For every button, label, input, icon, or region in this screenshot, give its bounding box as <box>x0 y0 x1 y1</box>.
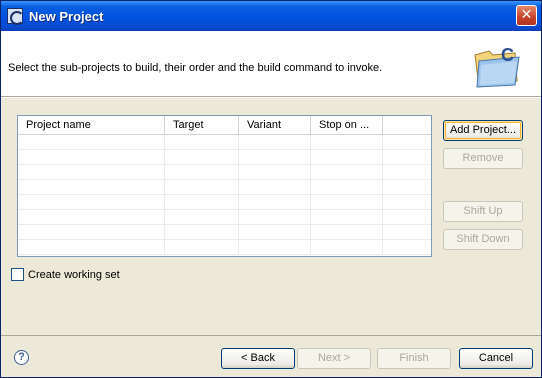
new-c-project-folder-icon: C <box>474 45 520 88</box>
wizard-header: Select the sub-projects to build, their … <box>1 31 541 97</box>
back-button[interactable]: < Back <box>221 348 295 369</box>
create-working-set-option[interactable]: Create working set <box>11 268 120 281</box>
create-working-set-label: Create working set <box>28 268 120 281</box>
table-row <box>18 195 431 210</box>
sub-projects-table[interactable]: Project name Target Variant Stop on ... <box>17 115 432 257</box>
table-row <box>18 165 431 180</box>
app-icon <box>7 8 24 25</box>
svg-text:C: C <box>501 45 514 65</box>
table-row <box>18 210 431 225</box>
table-row <box>18 240 431 255</box>
shift-down-button[interactable]: Shift Down <box>443 229 523 250</box>
create-working-set-checkbox[interactable] <box>11 268 24 281</box>
table-row <box>18 180 431 195</box>
table-row <box>18 225 431 240</box>
next-button[interactable]: Next > <box>297 348 371 369</box>
table-row <box>18 135 431 150</box>
new-project-dialog: New Project ✕ Select the sub-projects to… <box>0 0 542 378</box>
table-body[interactable] <box>18 135 431 256</box>
column-header-stop-on[interactable]: Stop on ... <box>311 116 383 135</box>
shift-up-button[interactable]: Shift Up <box>443 201 523 222</box>
title-bar[interactable]: New Project ✕ <box>1 1 541 31</box>
table-row <box>18 150 431 165</box>
help-icon[interactable]: ? <box>14 350 29 365</box>
column-header-target[interactable]: Target <box>165 116 239 135</box>
window-title: New Project <box>29 8 104 24</box>
footer-separator <box>1 335 541 336</box>
column-header-project-name[interactable]: Project name <box>18 116 165 135</box>
table-header: Project name Target Variant Stop on ... <box>18 116 431 135</box>
remove-button[interactable]: Remove <box>443 148 523 169</box>
cancel-button[interactable]: Cancel <box>459 348 533 369</box>
column-header-variant[interactable]: Variant <box>239 116 311 135</box>
finish-button[interactable]: Finish <box>377 348 451 369</box>
header-separator <box>1 97 541 98</box>
close-icon[interactable]: ✕ <box>516 5 537 26</box>
header-message: Select the sub-projects to build, their … <box>8 62 383 74</box>
column-header-filler <box>383 116 431 135</box>
add-project-button[interactable]: Add Project... <box>443 120 523 141</box>
